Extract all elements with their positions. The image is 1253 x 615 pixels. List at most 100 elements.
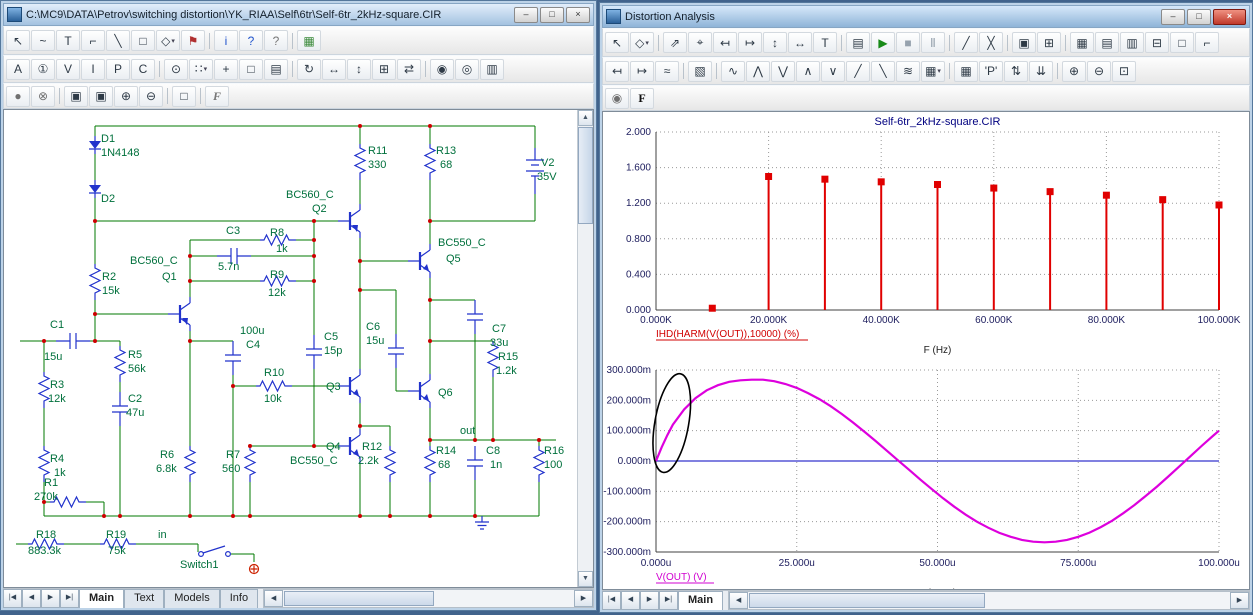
- schematic-label[interactable]: R15: [498, 351, 518, 363]
- schematic-label[interactable]: R6: [160, 449, 174, 461]
- scale-mode-icon[interactable]: ⇗: [663, 32, 687, 53]
- schematic-label[interactable]: 12k: [48, 393, 66, 405]
- schematic-label[interactable]: 5.7n: [218, 261, 239, 273]
- properties-icon[interactable]: ▤: [846, 32, 870, 53]
- horizontal-scrollbar[interactable]: ◀▶: [728, 591, 1250, 610]
- schematic-label[interactable]: out: [460, 425, 475, 437]
- harmonic-marker[interactable]: [990, 185, 997, 192]
- title-block-icon[interactable]: ▤: [264, 59, 288, 80]
- schematic-label[interactable]: R12: [362, 441, 382, 453]
- horizontal-axis-icon[interactable]: □: [1170, 32, 1194, 53]
- schematic-label[interactable]: R9: [270, 269, 284, 281]
- cursor-corner-icon[interactable]: ⌐: [1195, 32, 1219, 53]
- node-voltages-icon[interactable]: V: [56, 59, 80, 80]
- currents-icon[interactable]: I: [81, 59, 105, 80]
- cursor-link-icon[interactable]: ≈: [655, 61, 679, 82]
- schematic-label[interactable]: R3: [50, 379, 64, 391]
- tag-slope-icon[interactable]: ↔: [788, 32, 812, 53]
- grid-dropdown-icon[interactable]: ∷▾: [189, 59, 213, 80]
- schematic-label[interactable]: 15u: [366, 335, 384, 347]
- cross-hair-icon[interactable]: +: [214, 59, 238, 80]
- tab-models[interactable]: Models: [164, 589, 219, 608]
- schematic-label[interactable]: 10k: [264, 393, 282, 405]
- harmonic-marker[interactable]: [1159, 196, 1166, 203]
- harmonics-expression-label[interactable]: IHD(HARM(V(OUT)),10000) (%): [656, 329, 799, 340]
- powers-icon[interactable]: P: [106, 59, 130, 80]
- schematic-label[interactable]: 100: [544, 459, 562, 471]
- next-page-button[interactable]: ▶: [640, 591, 659, 610]
- schematic-label[interactable]: 883.3k: [28, 545, 62, 557]
- schematic-label[interactable]: Q2: [312, 203, 327, 215]
- shape-dropdown-icon[interactable]: ◇▾: [630, 32, 654, 53]
- schematic-label[interactable]: 100u: [240, 325, 264, 337]
- schematic-label[interactable]: BC560_C: [286, 189, 334, 201]
- schematic-label[interactable]: R7: [226, 449, 240, 461]
- text-mode-icon[interactable]: T: [56, 30, 80, 51]
- schematic-label[interactable]: C4: [246, 339, 260, 351]
- animate-icon[interactable]: ▦: [297, 30, 321, 51]
- schematic-label[interactable]: 68: [440, 159, 452, 171]
- prev-page-button[interactable]: ◀: [621, 591, 640, 610]
- scroll-down-button[interactable]: ▼: [578, 571, 593, 587]
- schematic-label[interactable]: C1: [50, 319, 64, 331]
- fall-icon[interactable]: ╲: [871, 61, 895, 82]
- valley-icon[interactable]: ⋁: [771, 61, 795, 82]
- schematic-label[interactable]: 33u: [490, 337, 508, 349]
- harmonic-marker[interactable]: [878, 178, 885, 185]
- vertical-tag-icon[interactable]: ↦: [738, 32, 762, 53]
- vertical-scroll-thumb[interactable]: [578, 127, 593, 224]
- shape-dropdown-icon[interactable]: ◇▾: [156, 30, 180, 51]
- data-table-icon[interactable]: ▦: [954, 61, 978, 82]
- probe-circle-icon[interactable]: ◉: [605, 88, 629, 109]
- node-numbers-icon[interactable]: ①: [31, 59, 55, 80]
- horizontal-scroll-thumb[interactable]: [749, 593, 985, 608]
- grid-panel-icon[interactable]: ⊞: [1037, 32, 1061, 53]
- border-icon[interactable]: □: [239, 59, 263, 80]
- schematic-label[interactable]: 15u: [44, 351, 62, 363]
- diagonal-wire-icon[interactable]: ╲: [106, 30, 130, 51]
- back-circle-icon[interactable]: ●: [6, 86, 30, 107]
- annotation-ellipse[interactable]: [646, 371, 697, 475]
- next-page-button[interactable]: ▶: [41, 589, 60, 608]
- analysis-dropdown-icon[interactable]: ▦▾: [921, 61, 945, 82]
- peak-icon[interactable]: ⋀: [746, 61, 770, 82]
- schematic-label[interactable]: D1: [101, 133, 115, 145]
- minimize-button[interactable]: –: [514, 7, 538, 23]
- line-tool-icon[interactable]: ╱: [954, 32, 978, 53]
- zoom-in-icon[interactable]: ⊕: [1062, 61, 1086, 82]
- single-panel-icon[interactable]: ▣: [1012, 32, 1036, 53]
- schematic-label[interactable]: R10: [264, 367, 284, 379]
- first-page-button[interactable]: |◀: [3, 589, 22, 608]
- tab-text[interactable]: Text: [124, 589, 164, 608]
- zoom-out-icon[interactable]: ⊖: [1087, 61, 1111, 82]
- schematic-label[interactable]: V2: [541, 157, 554, 169]
- maximize-button[interactable]: □: [540, 7, 564, 23]
- schematic-label[interactable]: BC550_C: [438, 237, 486, 249]
- select-tool-icon[interactable]: ↖: [6, 30, 30, 51]
- step-box-icon[interactable]: ⊞: [372, 59, 396, 80]
- schematic-label[interactable]: Q4: [326, 441, 341, 453]
- schematic-label[interactable]: 1N4148: [101, 147, 140, 159]
- tokens-icon[interactable]: ▤: [1095, 32, 1119, 53]
- harmonic-marker[interactable]: [821, 176, 828, 183]
- harmonic-marker[interactable]: [1103, 192, 1110, 199]
- zoom-out-icon[interactable]: ⊖: [139, 86, 163, 107]
- schematic-label[interactable]: R19: [106, 529, 126, 541]
- schematic-label[interactable]: C8: [486, 445, 500, 457]
- schematic-label[interactable]: C3: [226, 225, 240, 237]
- next-waveform-icon[interactable]: ∿: [721, 61, 745, 82]
- first-page-button[interactable]: |◀: [602, 591, 621, 610]
- schematic-label[interactable]: Q3: [326, 381, 341, 393]
- schematic-label[interactable]: C5: [324, 331, 338, 343]
- schematic-label[interactable]: 15k: [102, 285, 120, 297]
- last-page-button[interactable]: ▶|: [659, 591, 678, 610]
- schematic-label[interactable]: 56k: [128, 363, 146, 375]
- horizontal-scroll-track[interactable]: [435, 590, 574, 607]
- schematic-label[interactable]: R18: [36, 529, 56, 541]
- schematic-label[interactable]: R4: [50, 453, 64, 465]
- harmonic-marker[interactable]: [1216, 201, 1223, 208]
- run-button[interactable]: ▶: [871, 32, 895, 53]
- vertical-scrollbar[interactable]: ▲ ▼: [577, 110, 593, 587]
- last-page-button[interactable]: ▶|: [60, 589, 79, 608]
- flag-tool-icon[interactable]: ⚑: [181, 30, 205, 51]
